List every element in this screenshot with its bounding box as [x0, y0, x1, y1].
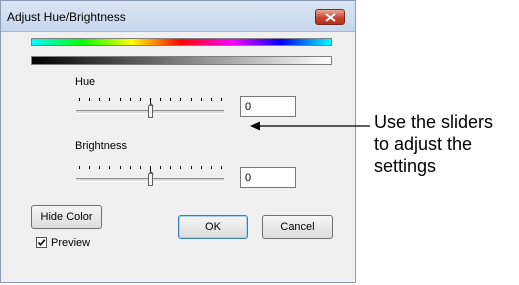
hue-value-input[interactable] — [240, 96, 296, 117]
slider-tick — [79, 98, 80, 101]
hide-color-button[interactable]: Hide Color — [31, 205, 102, 229]
slider-tick — [99, 166, 100, 169]
slider-tick — [180, 98, 181, 101]
close-icon — [325, 13, 336, 22]
title-bar[interactable]: Adjust Hue/Brightness — [1, 1, 355, 32]
hue-slider-thumb[interactable] — [148, 103, 154, 118]
close-button[interactable] — [315, 9, 345, 25]
brightness-slider-thumb[interactable] — [148, 171, 154, 186]
slider-tick — [160, 166, 161, 169]
annotation-callout: Use the sliders to adjust the settings — [374, 111, 493, 177]
slider-tick — [191, 166, 192, 169]
slider-tick — [89, 98, 90, 101]
slider-tick — [109, 166, 110, 169]
slider-tick — [130, 98, 131, 101]
slider-tick — [160, 98, 161, 101]
slider-tick — [180, 166, 181, 169]
slider-tick — [201, 166, 202, 169]
annotation-line: Use the sliders — [374, 112, 494, 132]
brightness-value-input[interactable] — [240, 167, 296, 188]
hue-label: Hue — [75, 76, 96, 88]
slider-tick — [109, 98, 110, 101]
preview-label: Preview — [51, 237, 91, 249]
slider-tick — [211, 166, 212, 169]
slider-tick — [170, 98, 171, 101]
slider-tick — [221, 166, 222, 169]
slider-tick — [140, 166, 141, 169]
slider-tick — [140, 98, 141, 101]
hue-slider[interactable] — [76, 96, 224, 126]
slider-tick — [170, 166, 171, 169]
slider-tick — [191, 98, 192, 101]
adjust-hue-brightness-dialog: Adjust Hue/Brightness Hue Brightness Hid… — [0, 0, 356, 283]
slider-tick — [221, 98, 222, 101]
slider-tick — [89, 166, 90, 169]
arrow-icon — [250, 121, 370, 131]
brightness-slider[interactable] — [76, 164, 224, 194]
ok-button[interactable]: OK — [178, 215, 248, 239]
slider-tick — [120, 166, 121, 169]
slider-tick — [130, 166, 131, 169]
hue-spectrum-bar — [31, 38, 332, 46]
slider-tick — [211, 98, 212, 101]
annotation-line: settings — [374, 156, 437, 176]
slider-tick — [79, 166, 80, 169]
brightness-gradient-bar — [31, 56, 332, 65]
annotation-line: to adjust the — [374, 134, 473, 154]
window-title: Adjust Hue/Brightness — [7, 10, 126, 24]
brightness-label: Brightness — [75, 140, 127, 152]
preview-checkbox[interactable] — [36, 237, 47, 248]
checkmark-icon — [37, 239, 46, 247]
cancel-button[interactable]: Cancel — [262, 215, 333, 239]
slider-tick — [120, 98, 121, 101]
slider-tick — [201, 98, 202, 101]
slider-tick — [99, 98, 100, 101]
